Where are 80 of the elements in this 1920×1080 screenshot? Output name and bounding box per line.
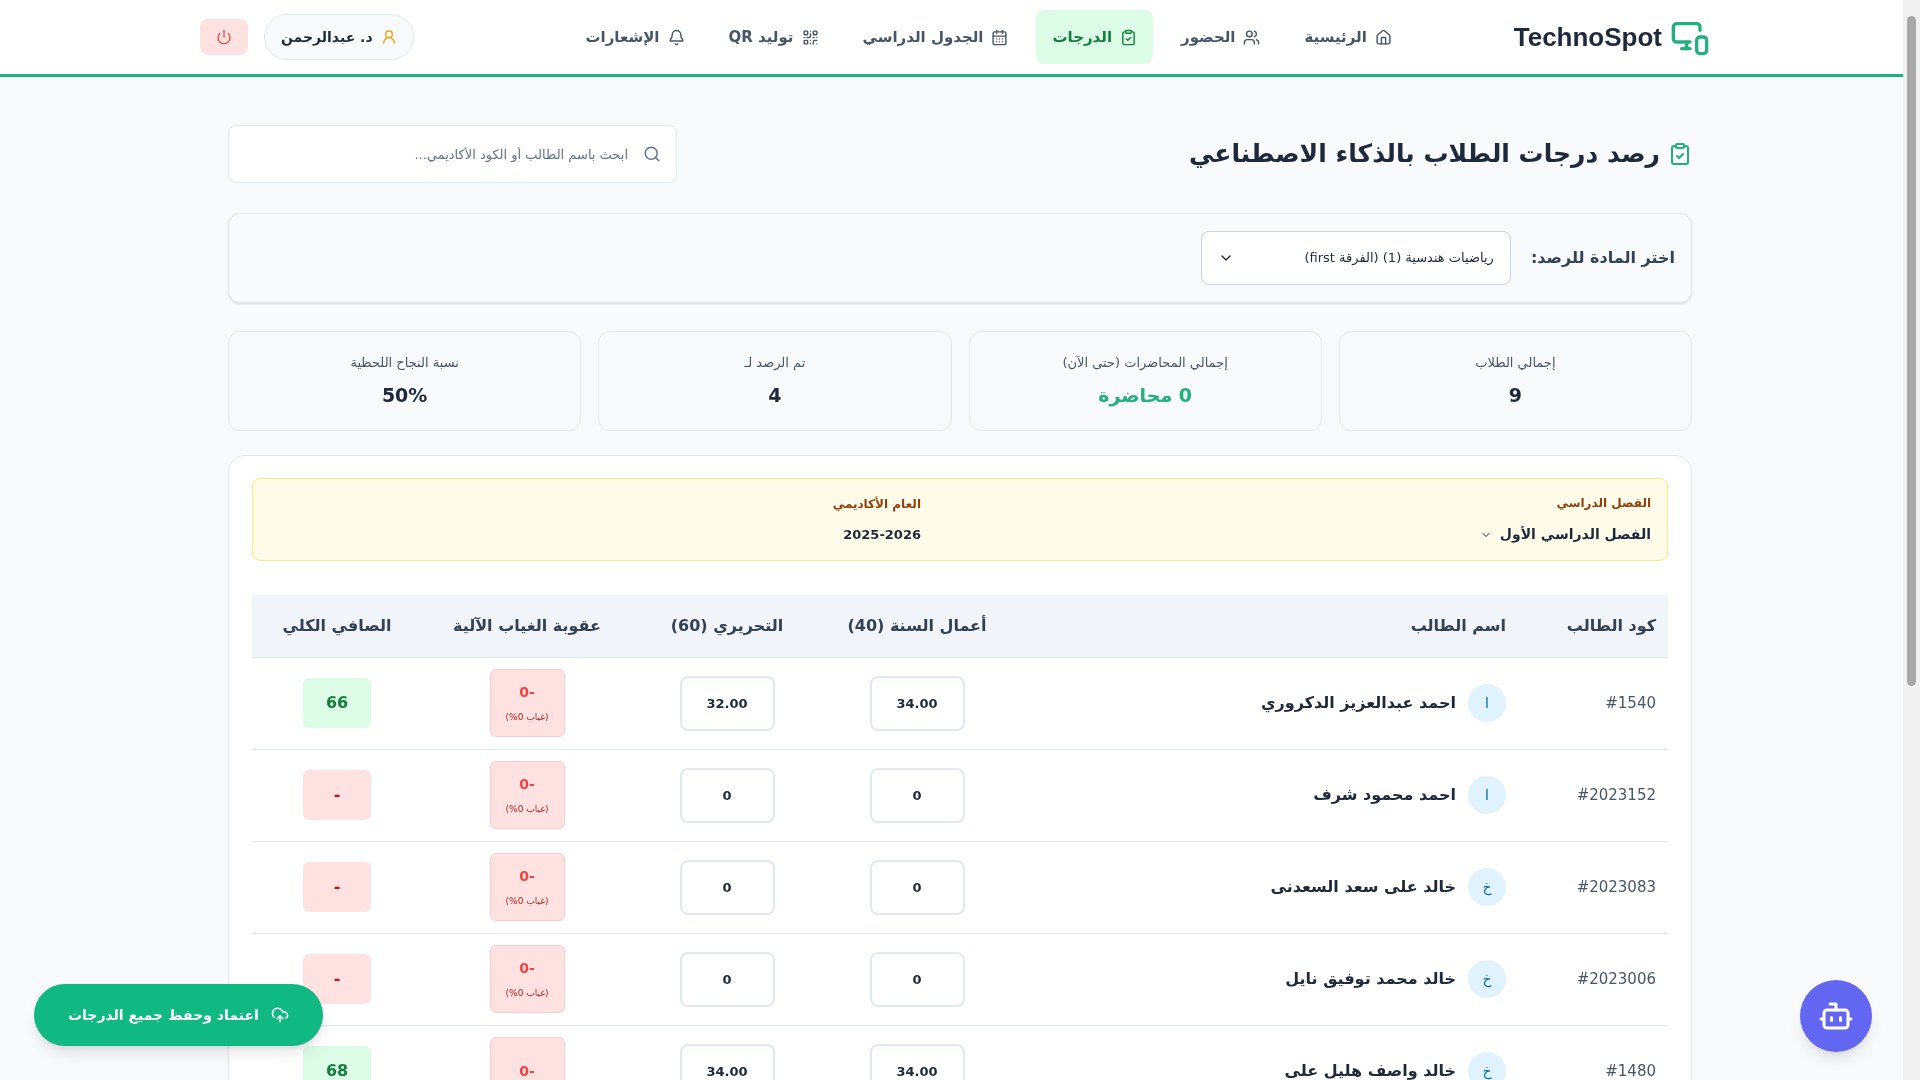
penalty-value: -0 (519, 774, 535, 794)
coursework-input[interactable]: 0 (869, 859, 965, 915)
stat-label: إجمالي المحاضرات (حتى الآن) (1062, 354, 1228, 372)
student-avatar: خ (1468, 868, 1506, 906)
clipboard-check-icon (1668, 142, 1692, 166)
column-header: اسم الطالب (1410, 615, 1506, 635)
stat-value: 9 (1508, 382, 1522, 408)
semester-select[interactable]: الفصل الدراسي الأول (1451, 524, 1651, 545)
penalty-value: -0 (519, 958, 535, 978)
user-icon (380, 29, 397, 45)
stat-label: تم الرصد لـ (744, 354, 806, 373)
search-icon (643, 145, 661, 163)
student-avatar: خ (1468, 1052, 1506, 1080)
student-name: خالد محمد توفيق نايل (1285, 968, 1456, 990)
student-code: #2023083 (1576, 878, 1656, 896)
clipboard-check-icon (1120, 28, 1138, 46)
nav-tab[interactable]: الإشعارات (569, 10, 701, 64)
bell-icon (667, 28, 685, 46)
student-code: #1540 (1605, 694, 1656, 712)
student-name: احمد عبدالعزيز الدكروري (1260, 692, 1456, 715)
users-icon (1243, 28, 1261, 46)
penalty-note: (غياب 0%) (505, 986, 549, 1000)
penalty-value: -0 (519, 866, 535, 886)
nav-tab[interactable]: توليد QR (712, 10, 835, 64)
nav-tab[interactable]: الرئيسية (1288, 10, 1408, 64)
nav-tab[interactable]: الحضور (1165, 10, 1277, 64)
nav-tab[interactable]: الجدول الدراسي (846, 10, 1025, 64)
column-header: أعمال السنة (40) (847, 615, 987, 635)
column-header: كود الطالب (1566, 615, 1656, 635)
qr-code-icon (801, 28, 819, 46)
logout-button[interactable] (200, 19, 248, 55)
student-name: خالد واصف هليل على (1284, 1060, 1456, 1080)
year-label: العام الأكاديمي (832, 495, 921, 513)
page-title: رصد درجات الطلاب بالذكاء الاصطناعي (1189, 138, 1660, 171)
net-total: - (303, 862, 371, 912)
student-avatar: خ (1468, 960, 1506, 998)
student-avatar: ا (1468, 776, 1506, 814)
nav-tab[interactable]: الدرجات (1036, 10, 1154, 64)
stat-value: 50% (381, 382, 428, 408)
stat-label: نسبة النجاح اللحظية (350, 354, 459, 372)
logo-text: TechnoSpot (1513, 20, 1662, 54)
year-value: 2025-2026 (842, 525, 921, 544)
penalty-value: -0 (519, 682, 535, 702)
student-code: #2023006 (1576, 970, 1656, 988)
user-menu-button[interactable]: د. عبدالرحمن (264, 14, 414, 60)
subject-select[interactable]: رياضيات هندسية (1) (الفرقة first) (1200, 231, 1511, 285)
net-total: 66 (303, 678, 371, 728)
student-code: #2023152 (1576, 786, 1656, 804)
column-header: التحريري (60) (670, 615, 784, 635)
cloud-upload-icon (270, 1006, 289, 1024)
coursework-input[interactable]: 0 (869, 951, 965, 1007)
semester-label: الفصل الدراسي (1555, 495, 1651, 512)
coursework-input[interactable]: 0 (869, 767, 965, 823)
column-header: عقوبة الغياب الآلية (452, 615, 602, 635)
power-icon (216, 29, 232, 45)
written-input[interactable]: 32.00 (679, 675, 775, 731)
penalty-note: (غياب 0%) (505, 802, 549, 816)
net-total: 68 (303, 1046, 371, 1080)
stat-value: 0 محاضرة (1098, 382, 1193, 409)
column-header: الصافي الكلي (282, 615, 392, 635)
stat-value: 4 (768, 382, 782, 408)
student-avatar: ا (1468, 684, 1506, 722)
penalty-note: (غياب 0%) (505, 894, 549, 908)
written-input[interactable]: 0 (679, 951, 775, 1007)
coursework-input[interactable]: 34.00 (869, 675, 965, 731)
coursework-input[interactable]: 34.00 (869, 1043, 965, 1080)
net-total: - (303, 770, 371, 820)
student-name: احمد محمود شرف (1313, 784, 1456, 806)
stat-label: إجمالي الطلاب (1475, 354, 1556, 372)
penalty-value: -0 (519, 1061, 535, 1080)
student-code: #1480 (1605, 1062, 1656, 1080)
subject-label: اختر المادة للرصد: (1530, 247, 1675, 269)
written-input[interactable]: 34.00 (679, 1043, 775, 1080)
written-input[interactable]: 0 (679, 859, 775, 915)
home-icon (1374, 28, 1392, 46)
penalty-note: (غياب 0%) (505, 710, 549, 724)
calendar-icon (991, 28, 1009, 46)
chatbot-button[interactable] (1800, 980, 1872, 1052)
student-name: خالد على سعد السعدنى (1270, 876, 1456, 898)
written-input[interactable]: 0 (679, 767, 775, 823)
